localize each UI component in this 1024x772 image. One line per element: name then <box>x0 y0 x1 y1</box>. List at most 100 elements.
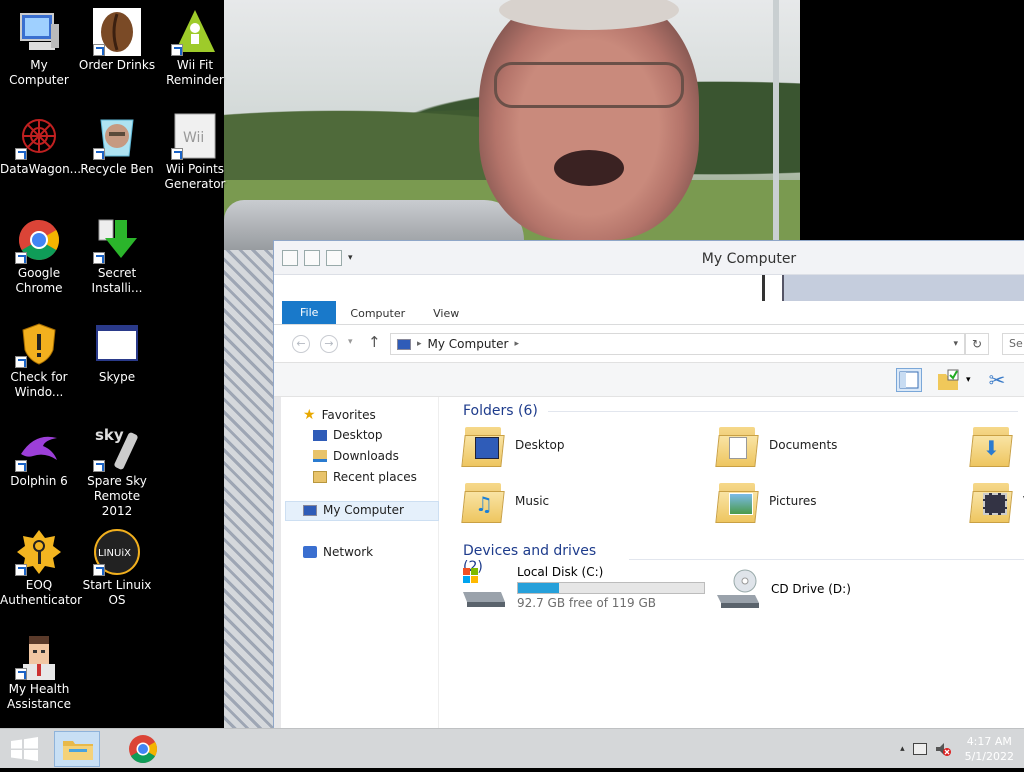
desktop-icon-dolphin[interactable]: Dolphin 6 <box>0 416 78 489</box>
tab-view[interactable]: View <box>419 303 473 324</box>
linuix-icon: LINUiX <box>93 528 141 576</box>
drive-c-label: Local Disk (C:) <box>517 565 604 579</box>
shield-warning-icon <box>15 320 63 368</box>
nav-my-computer[interactable]: My Computer <box>303 503 404 517</box>
desktop-icon-skype[interactable]: Skype <box>78 312 156 385</box>
folders-group-header[interactable]: Folders (6) <box>463 403 1018 419</box>
videos-folder-icon <box>969 479 1013 523</box>
my-computer-icon <box>15 8 63 56</box>
desktop-icon-start-linuix[interactable]: LINUiX Start Linuix OS <box>78 520 156 608</box>
desktop-icon-my-computer[interactable]: My Computer <box>0 0 78 88</box>
desktop-icon-my-health-assistance[interactable]: My Health Assistance <box>0 624 78 712</box>
desktop-icon-wii-points-generator[interactable]: Wii Wii Points Generator <box>156 104 234 192</box>
music-folder-icon: ♫ <box>461 479 505 523</box>
sky-remote-icon: sky <box>93 424 141 472</box>
folder-videos[interactable]: V <box>969 479 1024 523</box>
drive-d-label: CD Drive (D:) <box>771 582 851 596</box>
recent-locations-chevron-icon[interactable]: ▾ <box>348 337 353 347</box>
computer-small-icon <box>397 338 411 350</box>
doctor-avatar-icon <box>15 632 63 680</box>
taskbar-file-explorer[interactable] <box>54 731 100 767</box>
tab-file[interactable]: File <box>282 301 337 324</box>
drive-cd-d[interactable]: CD Drive (D:) <box>715 569 851 609</box>
preview-pane-button[interactable] <box>896 368 922 392</box>
svg-text:LINUiX: LINUiX <box>98 548 131 559</box>
ribbon-band <box>274 275 1024 301</box>
computer-small-icon <box>303 504 317 516</box>
clock-date: 5/1/2022 <box>964 750 1014 763</box>
downloads-folder-icon: ⬇ <box>969 423 1013 467</box>
drive-c-usage-bar <box>517 582 705 594</box>
download-arrow-icon <box>93 216 141 264</box>
search-input[interactable]: Se <box>1002 333 1024 355</box>
folder-downloads[interactable]: ⬇ D <box>969 423 1024 467</box>
desktop-icon-recycle-ben[interactable]: Recycle Ben <box>78 104 156 177</box>
nav-downloads[interactable]: Downloads <box>313 449 399 463</box>
desktop-icon-order-drinks[interactable]: Order Drinks <box>78 0 156 73</box>
folder-desktop[interactable]: Desktop <box>461 423 565 467</box>
nav-favorites[interactable]: ★ Favorites <box>303 407 376 423</box>
folder-options-icon[interactable] <box>936 368 962 392</box>
start-button[interactable] <box>0 729 48 769</box>
explorer-body: ★ Favorites Desktop Downloads Recent pla… <box>281 397 1024 728</box>
desktop-small-icon <box>313 429 327 441</box>
chevron-down-icon[interactable]: ▾ <box>966 375 971 385</box>
volume-muted-icon[interactable] <box>935 742 951 756</box>
tab-computer[interactable]: Computer <box>336 303 419 324</box>
system-tray: ▴ 4:17 AM 5/1/2022 <box>900 729 1024 769</box>
window-title: My Computer <box>701 251 797 267</box>
show-hidden-icons-button[interactable]: ▴ <box>900 744 905 754</box>
chrome-icon <box>15 216 63 264</box>
nav-network[interactable]: Network <box>303 545 373 559</box>
downloads-small-icon <box>313 450 327 462</box>
navigation-pane: ★ Favorites Desktop Downloads Recent pla… <box>281 397 439 728</box>
taskbar-google-chrome[interactable] <box>120 731 166 767</box>
folder-pictures[interactable]: Pictures <box>715 479 817 523</box>
toolbar: ▾ ✂ <box>274 363 1024 397</box>
star-icon: ★ <box>303 407 316 423</box>
svg-text:Wii: Wii <box>183 130 204 146</box>
data-wagon-icon <box>15 112 63 160</box>
network-icon <box>303 546 317 558</box>
desktop-icon-check-for-windows[interactable]: Check for Windo... <box>0 312 78 400</box>
documents-folder-icon <box>715 423 759 467</box>
desktop-icon-eoq-authenticator[interactable]: EOQ Authenticator <box>0 520 82 608</box>
scissors-icon[interactable]: ✂ <box>984 368 1010 392</box>
address-dropdown-icon[interactable]: ▾ <box>953 339 958 349</box>
key-badge-icon <box>15 528 63 576</box>
desktop-folder-icon <box>461 423 505 467</box>
title-bar[interactable]: ▾ My Computer <box>274 241 1024 275</box>
address-bar-row: ← → ▾ ↑ ▸ My Computer ▸ ▾ ↻ Se <box>274 325 1024 363</box>
address-input[interactable]: ▸ My Computer ▸ ▾ <box>390 333 965 355</box>
clock-time: 4:17 AM <box>966 735 1012 748</box>
clock[interactable]: 4:17 AM 5/1/2022 <box>965 734 1014 764</box>
nav-desktop[interactable]: Desktop <box>313 428 383 442</box>
desktop: My Computer DataWagon... Google Chrome C… <box>0 0 1024 728</box>
forward-button[interactable]: → <box>320 335 338 353</box>
up-button[interactable]: ↑ <box>368 333 381 351</box>
chrome-icon <box>129 735 157 763</box>
svg-text:sky: sky <box>95 426 124 444</box>
back-button[interactable]: ← <box>292 335 310 353</box>
desktop-icon-google-chrome[interactable]: Google Chrome <box>0 208 78 296</box>
recycle-ben-icon <box>93 112 141 160</box>
breadcrumb-expand-icon[interactable]: ▸ <box>514 339 519 349</box>
nav-recent-places[interactable]: Recent places <box>313 470 417 484</box>
folder-documents[interactable]: Documents <box>715 423 837 467</box>
pictures-folder-icon <box>715 479 759 523</box>
folder-music[interactable]: ♫ Music <box>461 479 549 523</box>
desktop-icon-wii-fit-reminder[interactable]: Wii Fit Reminder <box>156 0 234 88</box>
drive-local-disk-c[interactable]: Local Disk (C:) 92.7 GB free of 119 GB <box>461 565 705 610</box>
desktop-icon-secret-installer[interactable]: Secret Installi... <box>78 208 156 296</box>
desktop-icon-datawagon[interactable]: DataWagon... <box>0 104 81 177</box>
wii-points-icon: Wii <box>171 112 219 160</box>
breadcrumb-my-computer[interactable]: My Computer <box>428 337 509 351</box>
hard-drive-icon <box>461 567 507 608</box>
refresh-button[interactable]: ↻ <box>965 333 989 355</box>
network-status-icon[interactable] <box>912 743 927 755</box>
dolphin-icon <box>15 424 63 472</box>
desktop-icon-spare-sky-remote[interactable]: sky Spare Sky Remote 2012 <box>78 416 156 519</box>
windows-logo-icon <box>11 737 38 761</box>
breadcrumb-separator-icon: ▸ <box>417 339 422 349</box>
coffee-bean-icon <box>93 8 141 56</box>
